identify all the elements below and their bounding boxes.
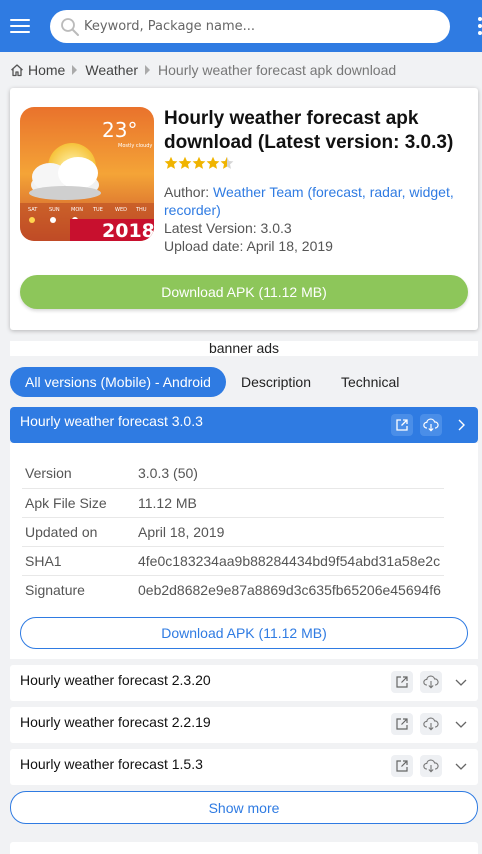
author-line: Author: Weather Team (forecast, radar, w…	[164, 183, 464, 219]
breadcrumb-home-label: Home	[28, 62, 66, 78]
version-header-expanded[interactable]: Hourly weather forecast 3.0.3	[10, 407, 478, 443]
app-icon-day: THU	[135, 207, 147, 213]
version-row[interactable]: Hourly weather forecast 2.2.19	[10, 707, 478, 743]
breadcrumb-separator-icon	[145, 65, 151, 75]
chevron-down-icon[interactable]	[450, 671, 472, 693]
external-link-icon[interactable]	[391, 414, 413, 436]
cloud-download-icon[interactable]	[420, 713, 442, 735]
version-title: Hourly weather forecast 1.5.3	[20, 756, 203, 772]
detail-value: 11.12 MB	[130, 488, 444, 518]
more-options-icon[interactable]	[476, 17, 482, 37]
app-title: Hourly weather forecast apk download (La…	[164, 108, 454, 153]
breadcrumb-home[interactable]: Home	[10, 62, 65, 78]
table-row: SHA1 4fe0c183234aa9b88284434bd9f54abd31a5…	[22, 546, 444, 576]
detail-value: 0eb2d8682e9e87a8869d3c635fb65206e45694f6	[138, 581, 441, 598]
version-title: Hourly weather forecast 2.2.19	[20, 714, 211, 730]
app-info-card: 23° Mostly cloudy SAT SUN MON TUE WED TH…	[10, 88, 478, 330]
rating-stars	[164, 156, 234, 172]
cloud-download-icon[interactable]	[420, 414, 442, 436]
app-icon-day: SUN	[49, 207, 60, 213]
detail-value: April 18, 2019	[130, 517, 444, 547]
author-label: Author:	[164, 184, 210, 200]
detail-key: Version	[22, 459, 130, 489]
star-icon	[164, 156, 178, 169]
breadcrumb-category[interactable]: Weather	[85, 62, 138, 78]
table-row: Signature 0eb2d8682e9e87a8869d3c635fb6520…	[22, 575, 444, 604]
version-row[interactable]: Hourly weather forecast 1.5.3	[10, 749, 478, 785]
external-link-icon[interactable]	[391, 671, 413, 693]
external-link-icon[interactable]	[391, 713, 413, 735]
cloud-download-icon[interactable]	[420, 671, 442, 693]
hamburger-menu-icon[interactable]	[8, 14, 32, 38]
chevron-right-icon[interactable]	[450, 414, 472, 436]
app-icon-temp: 23°	[102, 118, 137, 142]
table-row: Apk File Size 11.12 MB	[22, 488, 444, 518]
banner-ads: banner ads	[10, 341, 478, 356]
breadcrumb-current: Hourly weather forecast apk download	[158, 62, 397, 78]
latest-version-line: Latest Version: 3.0.3	[164, 219, 292, 237]
version-details-panel: Version 3.0.3 (50) Apk File Size 11.12 MB …	[10, 443, 478, 659]
download-apk-button[interactable]: Download APK (11.12 MB)	[20, 275, 468, 309]
star-icon	[178, 156, 192, 169]
search-icon	[61, 18, 79, 36]
tab-description[interactable]: Description	[226, 367, 326, 397]
star-icon	[192, 156, 206, 169]
tab-all-versions[interactable]: All versions (Mobile) - Android	[10, 367, 226, 397]
app-icon-day: WED	[115, 207, 127, 213]
chevron-down-icon[interactable]	[450, 755, 472, 777]
next-section-card	[10, 842, 478, 854]
external-link-icon[interactable]	[391, 755, 413, 777]
search-input[interactable]	[84, 10, 444, 43]
detail-value: 3.0.3 (50)	[130, 459, 444, 489]
version-title: Hourly weather forecast 3.0.3	[20, 413, 203, 429]
star-icon	[206, 156, 220, 169]
latest-version-label: Latest Version:	[164, 220, 257, 236]
app-icon: 23° Mostly cloudy SAT SUN MON TUE WED TH…	[20, 107, 154, 241]
version-row[interactable]: Hourly weather forecast 2.3.20	[10, 665, 478, 701]
version-details-table: Version 3.0.3 (50) Apk File Size 11.12 MB …	[22, 459, 444, 604]
upload-date-label: Upload date:	[164, 238, 244, 254]
table-row: Version 3.0.3 (50)	[22, 459, 444, 489]
home-icon	[11, 64, 23, 77]
detail-value: 4fe0c183234aa9b88284434bd9f54abd31a58e2c	[130, 546, 444, 576]
app-icon-day: MON	[71, 207, 83, 213]
detail-key: Updated on	[22, 517, 130, 547]
cloud-download-icon[interactable]	[420, 755, 442, 777]
breadcrumb-separator-icon	[72, 65, 78, 75]
download-apk-version-button[interactable]: Download APK (11.12 MB)	[20, 617, 468, 649]
breadcrumb: Home Weather Hourly weather forecast apk…	[10, 60, 396, 80]
show-more-button[interactable]: Show more	[10, 791, 478, 824]
search-box	[50, 10, 450, 43]
tab-technical[interactable]: Technical	[326, 367, 414, 397]
detail-key: SHA1	[22, 546, 130, 576]
app-icon-year: 2018	[102, 220, 154, 241]
latest-version-value: 3.0.3	[260, 220, 292, 236]
app-icon-day: SAT	[28, 207, 38, 213]
app-icon-day: TUE	[92, 207, 103, 213]
table-row: Updated on April 18, 2019	[22, 517, 444, 547]
upload-date-line: Upload date: April 18, 2019	[164, 237, 333, 255]
detail-key: Signature	[25, 581, 85, 598]
half-star-icon	[220, 156, 234, 169]
tab-bar: All versions (Mobile) - Android Descript…	[10, 367, 414, 397]
version-title: Hourly weather forecast 2.3.20	[20, 672, 211, 688]
chevron-down-icon[interactable]	[450, 713, 472, 735]
detail-key: Apk File Size	[22, 488, 130, 518]
app-icon-badge: Mostly cloudy	[118, 143, 152, 149]
top-bar	[0, 0, 482, 52]
upload-date-value: April 18, 2019	[246, 238, 333, 254]
